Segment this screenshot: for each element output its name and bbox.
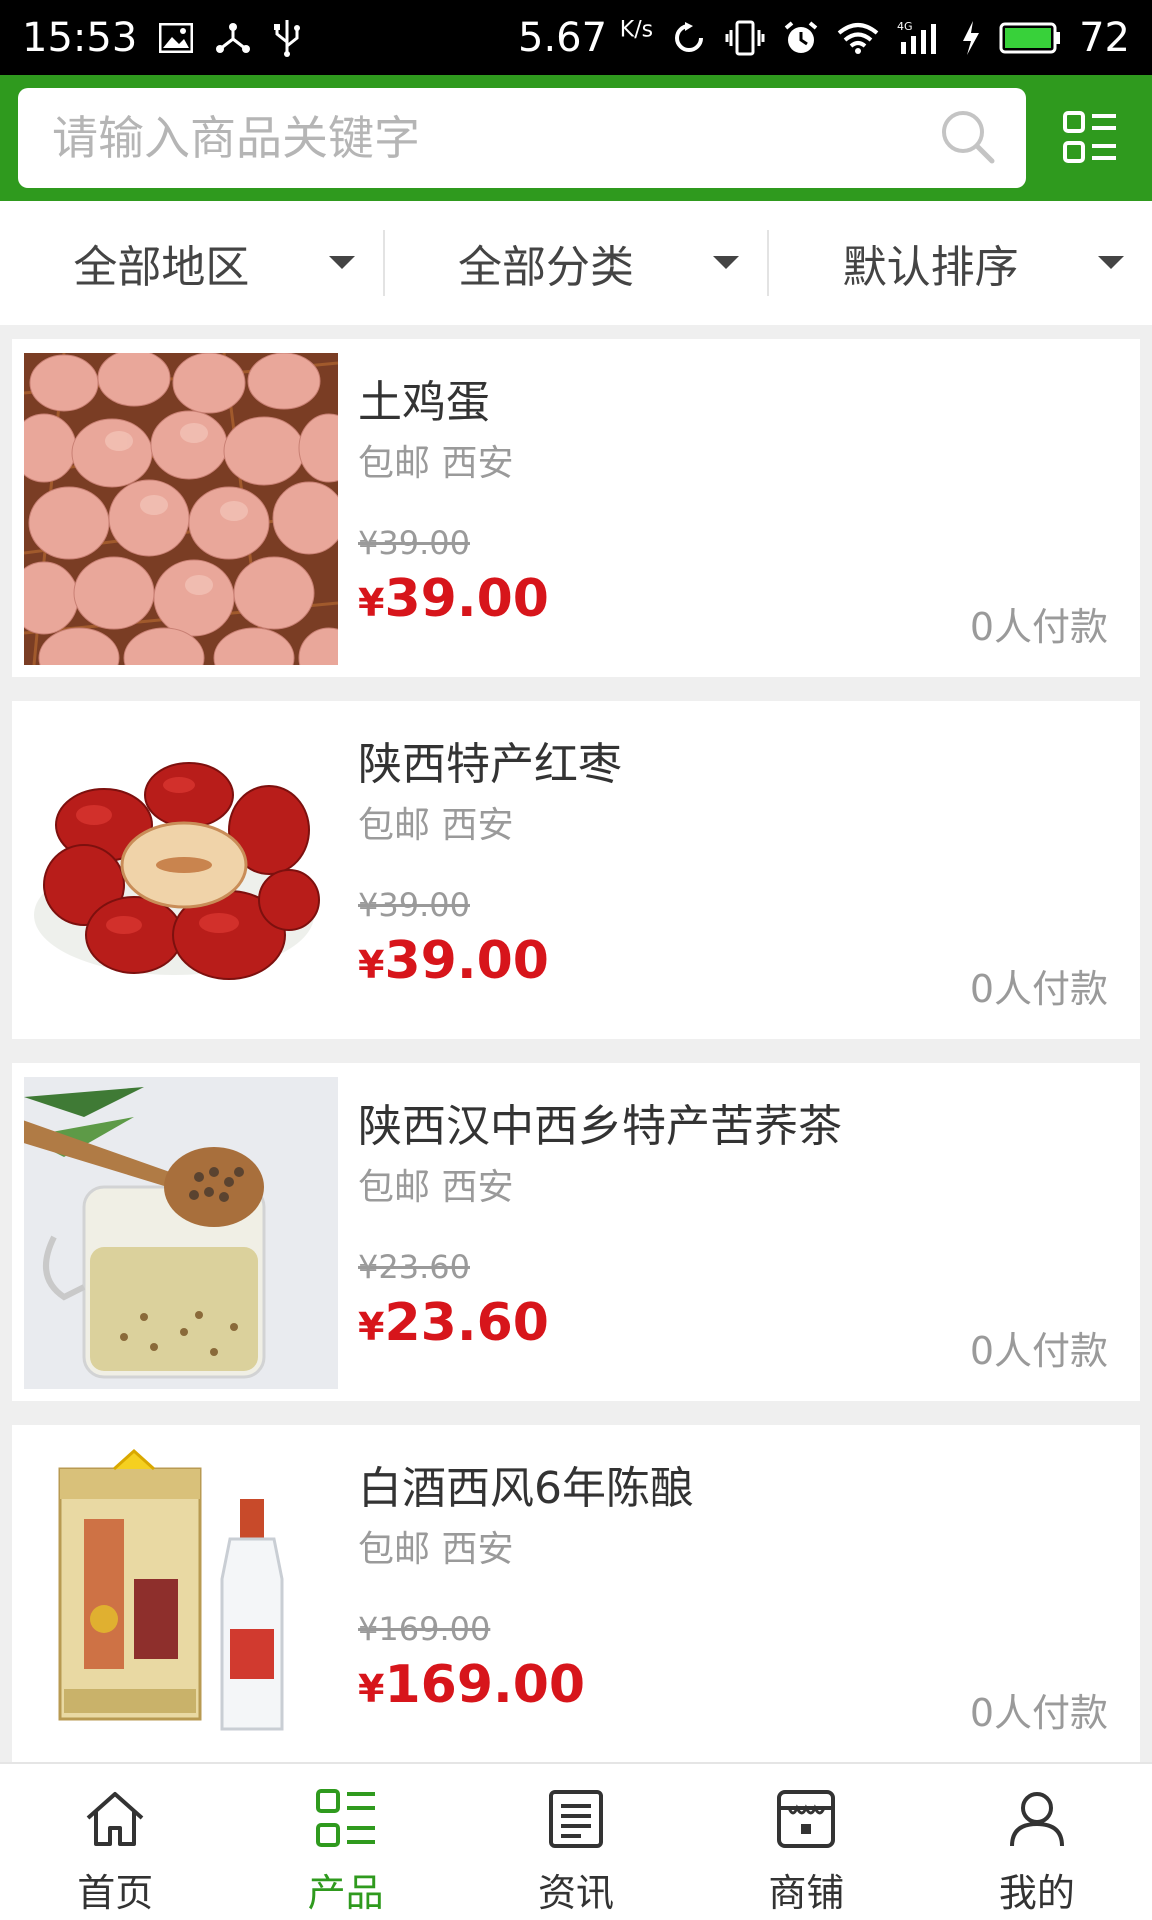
product-shipping: 包邮 西安 [358,1529,514,1570]
battery-level: 72 [1079,14,1130,61]
battery-icon [999,21,1061,55]
store-icon [773,1786,839,1852]
product-name[interactable]: 陕西汉中西乡特产苦荞茶 [358,1099,1128,1155]
product-image-liquor[interactable] [24,1439,338,1751]
product-info: 土鸡蛋 包邮 西安 ¥39.00 ¥39.00 0人付款 [338,353,1128,663]
filter-category[interactable]: 全部分类 [385,201,768,325]
grid-list-icon [1063,111,1116,163]
network-speed: 5.67 K/s [518,14,654,61]
status-time: 15:53 [22,14,138,61]
category-menu-button[interactable] [1060,108,1120,168]
filter-label: 默认排序 [842,242,1019,293]
usb-icon [273,18,301,58]
product-card[interactable]: 土鸡蛋 包邮 西安 ¥39.00 ¥39.00 0人付款 [12,339,1140,677]
caret-down-icon [1098,256,1125,269]
vibrate-icon [725,20,765,56]
svg-text:4G: 4G [897,20,913,33]
product-shipping: 包邮 西安 [358,805,514,846]
product-info: 陕西汉中西乡特产苦荞茶 包邮 西安 ¥23.60 ¥23.60 0人付款 [338,1077,1128,1387]
filter-bar: 全部地区 全部分类 默认排序 [0,201,1152,325]
product-list: 土鸡蛋 包邮 西安 ¥39.00 ¥39.00 0人付款 陕西特产红枣 包邮 西… [12,339,1140,1787]
nav-label: 产品 [307,1871,384,1915]
filter-region[interactable]: 全部地区 [0,201,383,325]
product-shipping: 包邮 西安 [358,443,514,484]
wifi-icon [837,21,879,55]
product-card[interactable]: 陕西特产红枣 包邮 西安 ¥39.00 ¥39.00 0人付款 [12,701,1140,1039]
nav-mine[interactable]: 我的 [922,1764,1152,1920]
nav-products[interactable]: 产品 [230,1764,460,1920]
home-icon [82,1786,148,1852]
nav-news[interactable]: 资讯 [461,1764,691,1920]
nav-label: 商铺 [768,1871,845,1915]
product-paid-count: 0人付款 [969,605,1108,649]
search-input[interactable] [52,111,938,165]
product-card[interactable]: 白酒西风6年陈酿 包邮 西安 ¥169.00 ¥169.00 0人付款 [12,1425,1140,1763]
nav-label: 资讯 [538,1871,615,1915]
products-grid-icon [313,1786,379,1852]
share-hub-icon [215,21,251,55]
caret-down-icon [328,256,355,269]
bottom-nav: 首页 产品 资讯 商铺 我的 [0,1762,1152,1920]
nav-label: 首页 [77,1871,154,1915]
product-shipping: 包邮 西安 [358,1167,514,1208]
sync-icon [671,20,707,56]
search-header [0,75,1152,201]
status-bar: 15:53 5.67 K/s 4G 72 [0,0,1152,75]
filter-label: 全部地区 [73,242,250,293]
product-paid-count: 0人付款 [969,1329,1108,1373]
product-info: 白酒西风6年陈酿 包邮 西安 ¥169.00 ¥169.00 0人付款 [338,1439,1128,1749]
product-original-price: ¥39.00 [358,886,470,924]
product-original-price: ¥39.00 [358,524,470,562]
product-card[interactable]: 陕西汉中西乡特产苦荞茶 包邮 西安 ¥23.60 ¥23.60 0人付款 [12,1063,1140,1401]
news-icon [543,1786,609,1852]
nav-label: 我的 [998,1871,1075,1915]
filter-label: 全部分类 [458,242,634,293]
caret-down-icon [713,256,740,269]
signal-4g-icon: 4G [897,20,943,56]
search-icon[interactable] [938,107,996,169]
product-paid-count: 0人付款 [969,967,1108,1011]
product-name[interactable]: 白酒西风6年陈酿 [358,1461,1128,1517]
product-image-red-dates[interactable] [24,715,338,1027]
gallery-notification-icon [159,22,194,53]
product-name[interactable]: 土鸡蛋 [358,375,1128,431]
product-info: 陕西特产红枣 包邮 西安 ¥39.00 ¥39.00 0人付款 [338,715,1128,1025]
product-image-eggs[interactable] [24,353,338,665]
alarm-icon [783,20,819,56]
product-image-buckwheat-tea[interactable] [24,1077,338,1389]
product-name[interactable]: 陕西特产红枣 [358,737,1128,793]
nav-store[interactable]: 商铺 [691,1764,921,1920]
charging-bolt-icon [961,20,981,55]
product-original-price: ¥23.60 [358,1248,470,1286]
user-icon [1004,1786,1070,1852]
product-original-price: ¥169.00 [358,1610,491,1648]
nav-home[interactable]: 首页 [0,1764,230,1920]
filter-sort[interactable]: 默认排序 [769,201,1152,325]
search-box[interactable] [18,88,1026,188]
product-paid-count: 0人付款 [969,1691,1108,1735]
